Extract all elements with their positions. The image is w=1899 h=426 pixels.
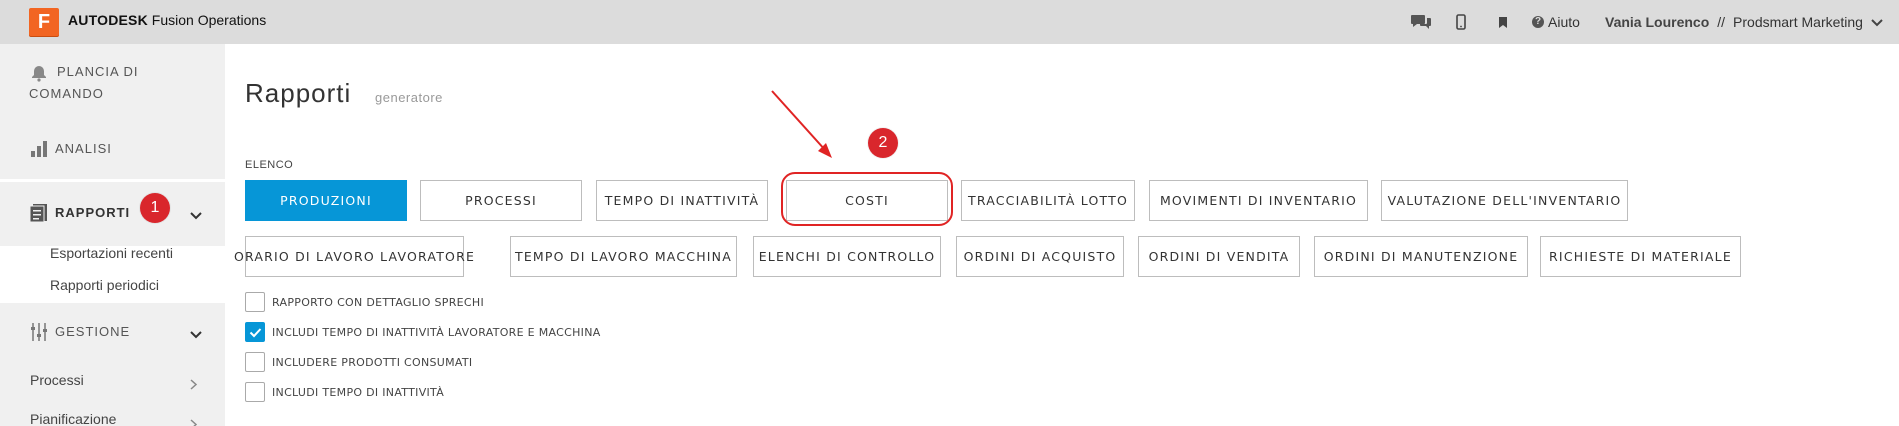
chevron-right-icon — [190, 417, 198, 426]
option-label: INCLUDI TEMPO DI INATTIVITÀ — [272, 385, 445, 399]
top-bar: F AUTODESK Fusion Operations ? Aiuto Van… — [0, 0, 1899, 44]
chat-icon[interactable] — [1410, 11, 1432, 33]
sidebar-item-management[interactable]: GESTIONE — [0, 303, 225, 361]
sidebar-label-dashboard-2: COMANDO — [29, 86, 104, 101]
company-name: Prodsmart Marketing — [1733, 14, 1863, 30]
report-button-downtime[interactable]: TEMPO DI INATTIVITÀ — [596, 180, 768, 221]
sidebar-sub-processes-label: Processi — [30, 372, 84, 388]
chevron-down-icon — [1871, 14, 1883, 30]
brand-name: AUTODESK Fusion Operations — [68, 12, 266, 28]
sidebar-label-management: GESTIONE — [55, 324, 131, 339]
help-link[interactable]: ? Aiuto — [1532, 11, 1580, 33]
sliders-icon — [30, 322, 48, 347]
annotation-arrow — [771, 90, 832, 158]
sidebar-sub-planning[interactable]: Pianificazione — [0, 403, 225, 426]
fusion-logo[interactable]: F — [29, 8, 59, 36]
check-icon — [249, 327, 261, 337]
checkbox[interactable] — [245, 382, 265, 402]
page-title: Rapporti — [245, 78, 352, 108]
sidebar-sub-recent-exports[interactable]: Esportazioni recenti — [50, 245, 173, 261]
user-separator: // — [1717, 14, 1726, 30]
option-label: INCLUDERE PRODOTTI CONSUMATI — [272, 355, 473, 369]
user-menu[interactable]: Vania Lourenco // Prodsmart Marketing — [1605, 11, 1883, 33]
checkbox[interactable] — [245, 352, 265, 372]
chevron-down-icon — [190, 326, 202, 339]
report-button-inventory-movements[interactable]: MOVIMENTI DI INVENTARIO — [1149, 180, 1368, 221]
report-button-lot-traceability[interactable]: TRACCIABILITÀ LOTTO — [961, 180, 1135, 221]
brand-bold: AUTODESK — [68, 12, 148, 28]
sidebar-item-analysis[interactable]: ANALISI — [0, 119, 225, 179]
checkbox-checked[interactable] — [245, 322, 265, 342]
report-button-inventory-valuation[interactable]: VALUTAZIONE DELL'INVENTARIO — [1381, 180, 1628, 221]
report-button-maintenance-orders[interactable]: ORDINI DI MANUTENZIONE — [1314, 236, 1528, 277]
section-label-list: ELENCO — [245, 159, 294, 171]
report-button-purchase-orders[interactable]: ORDINI DI ACQUISTO — [956, 236, 1124, 277]
sidebar-sub-planning-label: Pianificazione — [30, 411, 117, 426]
sidebar-label-dashboard-1: PLANCIA DI — [57, 64, 139, 79]
report-button-material-requests[interactable]: RICHIESTE DI MATERIALE — [1540, 236, 1741, 277]
option-label: RAPPORTO CON DETTAGLIO SPRECHI — [272, 295, 485, 309]
bell-icon — [30, 64, 48, 87]
bar-chart-icon — [30, 140, 48, 163]
report-button-machine-hours[interactable]: TEMPO DI LAVORO MACCHINA — [510, 236, 737, 277]
report-button-processes[interactable]: PROCESSI — [420, 180, 582, 221]
chevron-down-icon — [190, 207, 202, 220]
annotation-badge-1: 1 — [140, 193, 170, 223]
checkbox[interactable] — [245, 292, 265, 312]
report-button-checklists[interactable]: ELENCHI DI CONTROLLO — [753, 236, 941, 277]
option-waste-detail[interactable]: RAPPORTO CON DETTAGLIO SPRECHI — [245, 292, 484, 312]
report-button-sales-orders[interactable]: ORDINI DI VENDITA — [1138, 236, 1300, 277]
annotation-badge-2: 2 — [868, 128, 898, 158]
document-icon — [29, 203, 48, 228]
annotation-highlight-costs — [781, 172, 953, 226]
sidebar-label-analysis: ANALISI — [55, 141, 112, 156]
user-name: Vania Lourenco — [1605, 14, 1710, 30]
report-button-worker-hours[interactable]: ORARIO DI LAVORO LAVORATORE — [234, 236, 474, 277]
brand-product: Fusion Operations — [151, 12, 267, 28]
mobile-icon[interactable] — [1456, 11, 1466, 33]
page-subtitle: generatore — [375, 90, 443, 105]
sidebar-sub-processes[interactable]: Processi — [0, 361, 225, 403]
option-include-consumed-products[interactable]: INCLUDERE PRODOTTI CONSUMATI — [245, 352, 472, 372]
option-include-worker-machine-downtime[interactable]: INCLUDI TEMPO DI INATTIVITÀ LAVORATORE E… — [245, 322, 601, 342]
chevron-right-icon — [190, 377, 198, 390]
help-icon: ? — [1532, 16, 1544, 28]
option-include-downtime[interactable]: INCLUDI TEMPO DI INATTIVITÀ — [245, 382, 444, 402]
sidebar: PLANCIA DI COMANDO ANALISI RAPPORTI Espo… — [0, 44, 225, 426]
sidebar-item-reports[interactable]: RAPPORTI — [0, 182, 225, 246]
help-label: Aiuto — [1548, 14, 1580, 30]
bookmark-icon[interactable] — [1498, 11, 1508, 33]
report-button-productions[interactable]: PRODUZIONI — [245, 180, 407, 221]
sidebar-label-reports: RAPPORTI — [55, 205, 131, 220]
sidebar-sub-periodic-reports[interactable]: Rapporti periodici — [50, 277, 159, 293]
option-label: INCLUDI TEMPO DI INATTIVITÀ LAVORATORE E… — [272, 325, 601, 339]
sidebar-item-dashboard[interactable]: PLANCIA DI COMANDO — [0, 44, 225, 119]
